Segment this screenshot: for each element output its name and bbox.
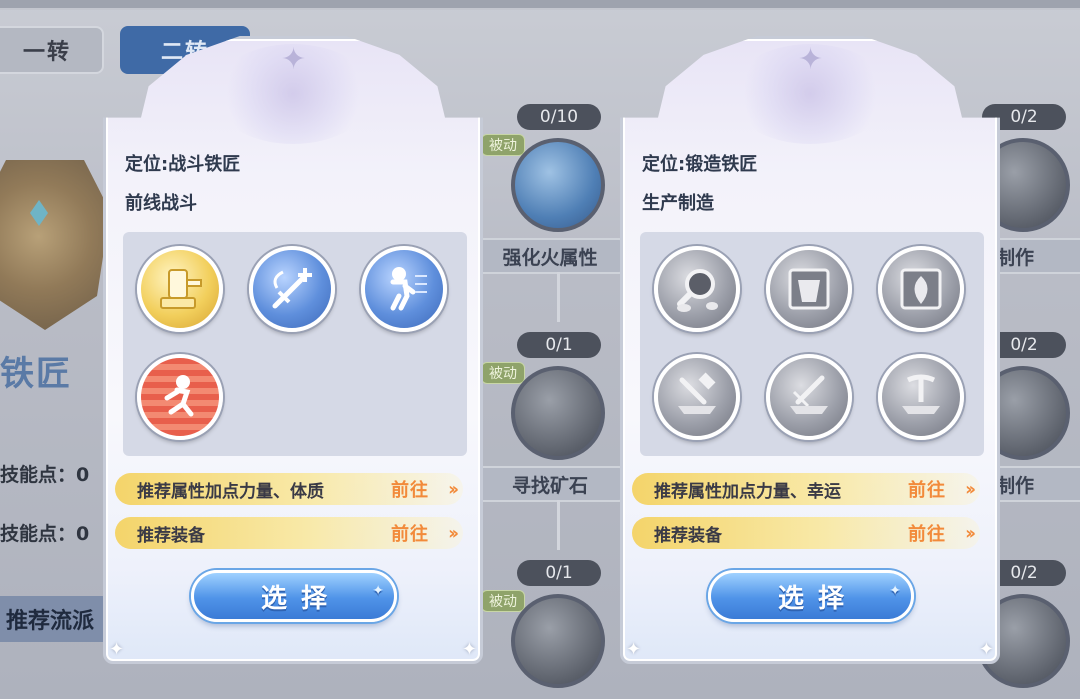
passive-badge: 被动 [481,134,525,156]
recommended-attributes: 推荐属性加点力量、幸运 [654,481,841,502]
double-chevron-right-icon: ›› [448,522,459,544]
recommended-equipment-row[interactable]: 推荐装备 前往 ›› [115,517,463,549]
role-label: 定位:锻造铁匠 [642,154,758,175]
skill-level: 0/1 [517,560,601,586]
armor-icon [511,594,605,688]
sparkle-icon: ✦ [626,639,642,660]
go-link[interactable]: 前往 [391,520,429,546]
recommended-equipment: 推荐装备 [137,525,205,546]
skill-points-2: 技能点：0 [0,523,90,545]
recommended-attributes: 推荐属性加点力量、体质 [137,481,324,502]
class-emblem [0,150,120,370]
connector-arrow [557,500,560,550]
skill-level: 0/1 [517,332,601,358]
sparkle-icon: ✦ [372,583,384,599]
route-card-forging: ✦ ✦ ✦ 定位:锻造铁匠 生产制造 推荐属性加点力量、幸运 前往 ›› 推荐装… [620,36,1000,664]
anvil-shield-icon [0,160,110,330]
tab-first-job[interactable]: 一转 [0,26,104,74]
skill-level: 0/10 [517,104,601,130]
go-link[interactable]: 前往 [908,476,946,502]
star-icon: ✦ [798,42,824,77]
sparkle-icon: ✦ [978,639,994,660]
role-subtitle: 生产制造 [642,193,714,214]
star-icon: ✦ [281,42,307,77]
top-bar [0,0,1080,10]
magnifier-icon [511,366,605,460]
select-label: 选择 [260,583,341,614]
select-button[interactable]: 选择 ✦ [191,570,397,622]
passive-badge: 被动 [481,590,525,612]
pick-anvil-icon[interactable] [878,354,964,440]
recommended-equipment-row[interactable]: 推荐装备 前往 ›› [632,517,980,549]
connector-arrow [557,272,560,322]
hammer-anvil-icon[interactable] [654,354,740,440]
role-label: 定位:战斗铁匠 [125,154,241,175]
magnifier-ore-icon[interactable] [654,246,740,332]
skill-grid [123,232,467,456]
double-chevron-right-icon: ›› [965,478,976,500]
passive-badge: 被动 [481,362,525,384]
recommended-equipment: 推荐装备 [654,525,722,546]
class-title: 铁匠 [0,354,72,394]
select-label: 选择 [777,583,858,614]
recommended-route-button[interactable]: 推荐流派 [0,596,110,642]
go-link[interactable]: 前往 [391,476,429,502]
hammer-block-icon[interactable] [137,246,223,332]
leaf-crate-icon[interactable] [878,246,964,332]
sprinting-figure-icon[interactable] [137,354,223,440]
skill-points-1: 技能点：0 [0,464,90,486]
go-link[interactable]: 前往 [908,520,946,546]
skill-grid [640,232,984,456]
role-subtitle: 前线战斗 [125,193,197,214]
route-card-combat: ✦ ✦ ✦ 定位:战斗铁匠 前线战斗 推荐属性加点力量、体质 前往 ›› 推荐装… [103,36,483,664]
double-chevron-right-icon: ›› [448,478,459,500]
sparkle-icon: ✦ [109,639,125,660]
skill-label: 寻找矿石 [475,466,625,502]
sparkle-icon: ✦ [461,639,477,660]
running-figure-icon[interactable] [361,246,447,332]
select-button[interactable]: 选择 ✦ [708,570,914,622]
skill-label: 强化火属性 [475,238,625,274]
sword-plus-icon[interactable] [249,246,335,332]
double-chevron-right-icon: ›› [965,522,976,544]
sword-anvil-icon[interactable] [766,354,852,440]
recommended-attributes-row[interactable]: 推荐属性加点力量、幸运 前往 ›› [632,473,980,505]
recommended-attributes-row[interactable]: 推荐属性加点力量、体质 前往 ›› [115,473,463,505]
fire-icon [511,138,605,232]
sparkle-icon: ✦ [889,583,901,599]
armor-crate-icon[interactable] [766,246,852,332]
